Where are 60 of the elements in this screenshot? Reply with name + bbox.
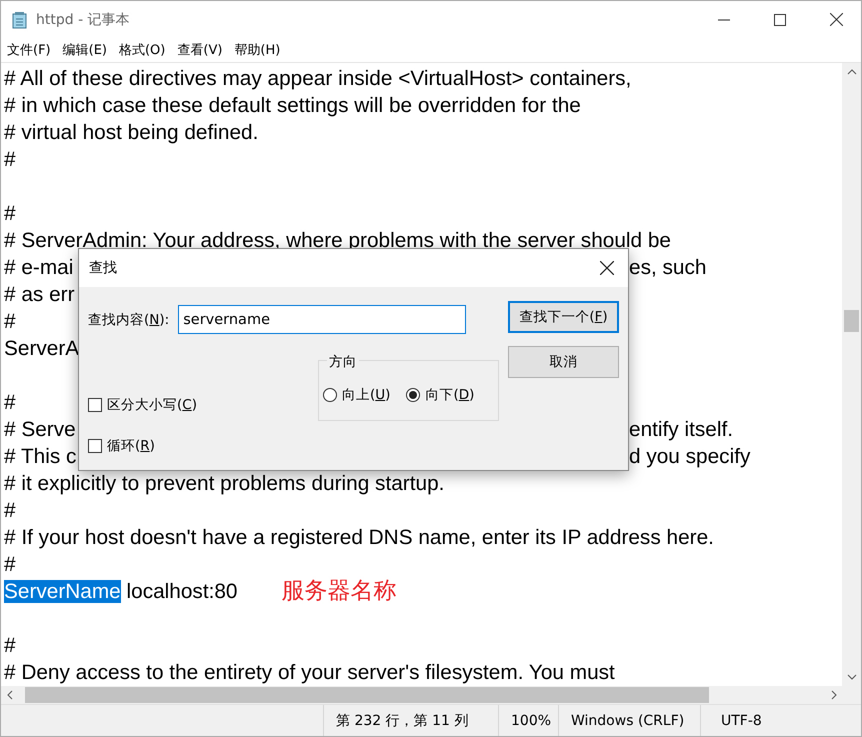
dialog-title: 查找 — [89, 259, 117, 277]
code-line: es, such — [629, 255, 706, 281]
checkbox-label[interactable]: 循环(R) — [107, 437, 155, 455]
menu-item[interactable]: 编辑(E) — [62, 41, 107, 59]
group-legend: 方向 — [327, 353, 359, 371]
code-line: # If your host doesn't have a registered DNS name, enter its IP address here. — [4, 526, 714, 549]
annotation: 服务器名称 — [282, 578, 397, 604]
maximize-icon[interactable] — [774, 14, 786, 26]
code-line: # All of these directives may appear inside <VirtualHost> containers, — [4, 67, 632, 90]
menu-item[interactable]: 格式(O) — [118, 41, 166, 59]
status-text: Windows (CRLF) — [558, 705, 700, 736]
find-input[interactable]: servername — [178, 305, 466, 334]
code-line: # — [4, 499, 16, 522]
selected-text: ServerName — [4, 580, 121, 603]
scroll-thumb[interactable] — [844, 310, 859, 332]
dialog-button[interactable]: 查找下一个(F) — [508, 301, 619, 333]
code-line: # — [4, 202, 16, 225]
radio-button[interactable] — [323, 388, 337, 402]
code-line: # it explicitly to prevent problems during startup. — [4, 472, 444, 495]
code-line: # ServerAdmin: Your address, where problems with the server should be — [4, 229, 672, 252]
status-text: 第 232 行，第 11 列 — [323, 705, 498, 736]
menu-item[interactable]: 查看(V) — [177, 41, 222, 59]
code-line: # — [4, 553, 16, 576]
notepad-icon — [11, 10, 29, 28]
radio-label[interactable]: 向下(D) — [425, 386, 474, 404]
status-text: UTF-8 — [700, 705, 861, 736]
checkbox[interactable] — [88, 439, 102, 453]
code-line: d you specify — [629, 444, 750, 470]
code-line: # — [4, 148, 16, 171]
code-line: # in which case these default settings will be overridden for the — [4, 94, 581, 117]
code-line: entify itself. — [629, 417, 734, 443]
radio-label[interactable]: 向上(U) — [342, 386, 390, 404]
vertical-scrollbar[interactable] — [842, 63, 861, 686]
scroll-thumb[interactable] — [25, 687, 709, 703]
code-line: # — [4, 634, 16, 657]
close-icon[interactable] — [830, 13, 843, 26]
scroll-up-icon[interactable] — [846, 69, 856, 75]
code-line: # virtual host being defined. — [4, 121, 258, 144]
menu-item[interactable]: 文件(F) — [7, 41, 51, 59]
menu-item[interactable]: 帮助(H) — [234, 41, 280, 59]
checkbox-label[interactable]: 区分大小写(C) — [107, 396, 197, 414]
code-line: ServerA — [4, 337, 80, 360]
code-line: localhost:80 — [126, 580, 238, 603]
scroll-down-icon[interactable] — [846, 674, 856, 680]
code-line: # This c — [4, 445, 76, 468]
scroll-right-icon[interactable] — [831, 690, 837, 700]
find-label: 查找内容(N): — [88, 310, 170, 328]
scroll-left-icon[interactable] — [7, 690, 13, 700]
window-title: httpd - 记事本 — [36, 10, 130, 28]
code-line: # e-mai — [4, 256, 74, 279]
code-line: # as err — [4, 283, 75, 306]
checkbox[interactable] — [88, 398, 102, 412]
close-icon[interactable] — [600, 261, 614, 275]
code-line: # — [4, 391, 16, 414]
code-line: # Deny access to the entirety of your server's filesystem. You must — [4, 661, 615, 684]
status-text: 100% — [498, 705, 558, 736]
code-line: # — [4, 310, 16, 333]
code-line: # Serve — [4, 418, 76, 441]
dialog-button[interactable]: 取消 — [508, 346, 619, 378]
radio-button[interactable] — [406, 388, 420, 402]
